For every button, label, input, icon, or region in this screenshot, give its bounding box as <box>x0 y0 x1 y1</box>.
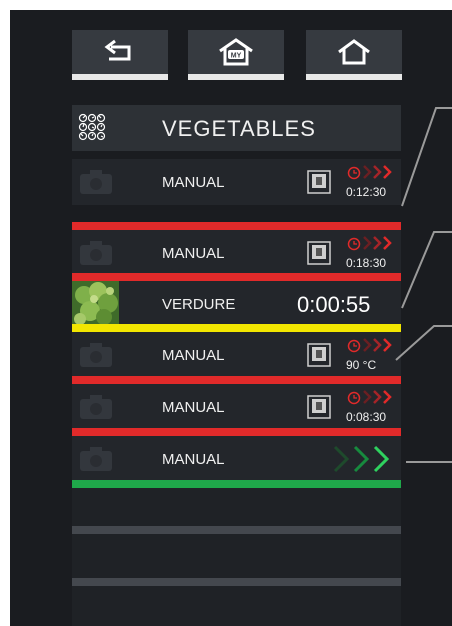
oven-screen: MY VEGETABLES MANUAL 0:12:30 MANUAL 0:18… <box>10 10 452 626</box>
callout-lines <box>395 107 452 463</box>
